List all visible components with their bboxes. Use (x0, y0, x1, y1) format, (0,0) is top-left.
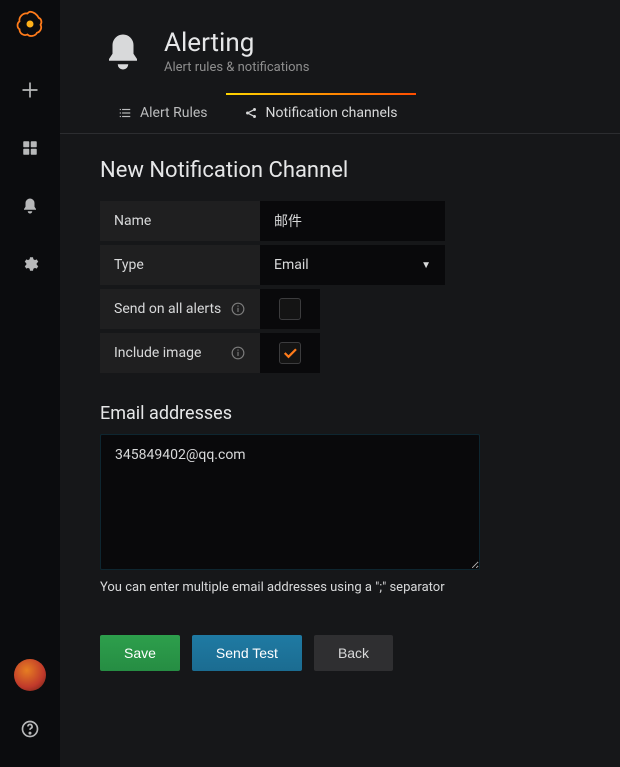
send-test-button[interactable]: Send Test (192, 635, 302, 671)
sidebar (0, 0, 60, 767)
email-hint: You can enter multiple email addresses u… (100, 580, 580, 595)
page-header: Alerting Alert rules & notifications (60, 0, 620, 93)
tab-alert-rules[interactable]: Alert Rules (100, 93, 226, 133)
nav-alerting-icon[interactable] (10, 186, 50, 226)
header-bell-icon (100, 29, 146, 75)
content: New Notification Channel Name Type Email (60, 134, 620, 695)
back-button[interactable]: Back (314, 635, 393, 671)
email-addresses-input[interactable] (100, 434, 480, 570)
nav-dashboards-icon[interactable] (10, 128, 50, 168)
section-heading: New Notification Channel (100, 158, 580, 183)
info-icon[interactable] (230, 345, 246, 361)
tab-notification-channels[interactable]: Notification channels (226, 93, 416, 133)
page-title: Alerting (164, 28, 309, 58)
type-value: Email (274, 257, 309, 273)
row-include-image: Include image (100, 333, 580, 373)
share-icon (244, 106, 258, 120)
label-include-image: Include image (100, 333, 260, 373)
nav-settings-icon[interactable] (10, 244, 50, 284)
type-select[interactable]: Email ▼ (260, 245, 445, 285)
chevron-down-icon: ▼ (421, 260, 431, 271)
nav-help-icon[interactable] (10, 709, 50, 749)
tab-label: Notification channels (266, 105, 398, 121)
row-name: Name (100, 201, 580, 241)
tabs: Alert Rules Notification channels (60, 93, 620, 134)
name-input[interactable] (260, 201, 445, 241)
nav-create-icon[interactable] (10, 70, 50, 110)
email-section-label: Email addresses (100, 403, 580, 424)
save-button[interactable]: Save (100, 635, 180, 671)
main: Alerting Alert rules & notifications Ale… (60, 0, 620, 767)
grafana-logo[interactable] (16, 10, 44, 38)
include-image-checkbox[interactable] (279, 342, 301, 364)
label-name: Name (100, 201, 260, 241)
info-icon[interactable] (230, 301, 246, 317)
label-type: Type (100, 245, 260, 285)
send-all-checkbox[interactable] (279, 298, 301, 320)
list-icon (118, 106, 132, 120)
tab-label: Alert Rules (140, 105, 208, 121)
user-avatar[interactable] (14, 659, 46, 691)
page-subtitle: Alert rules & notifications (164, 60, 309, 75)
button-row: Save Send Test Back (100, 635, 580, 671)
row-type: Type Email ▼ (100, 245, 580, 285)
label-send-all: Send on all alerts (100, 289, 260, 329)
row-send-all: Send on all alerts (100, 289, 580, 329)
